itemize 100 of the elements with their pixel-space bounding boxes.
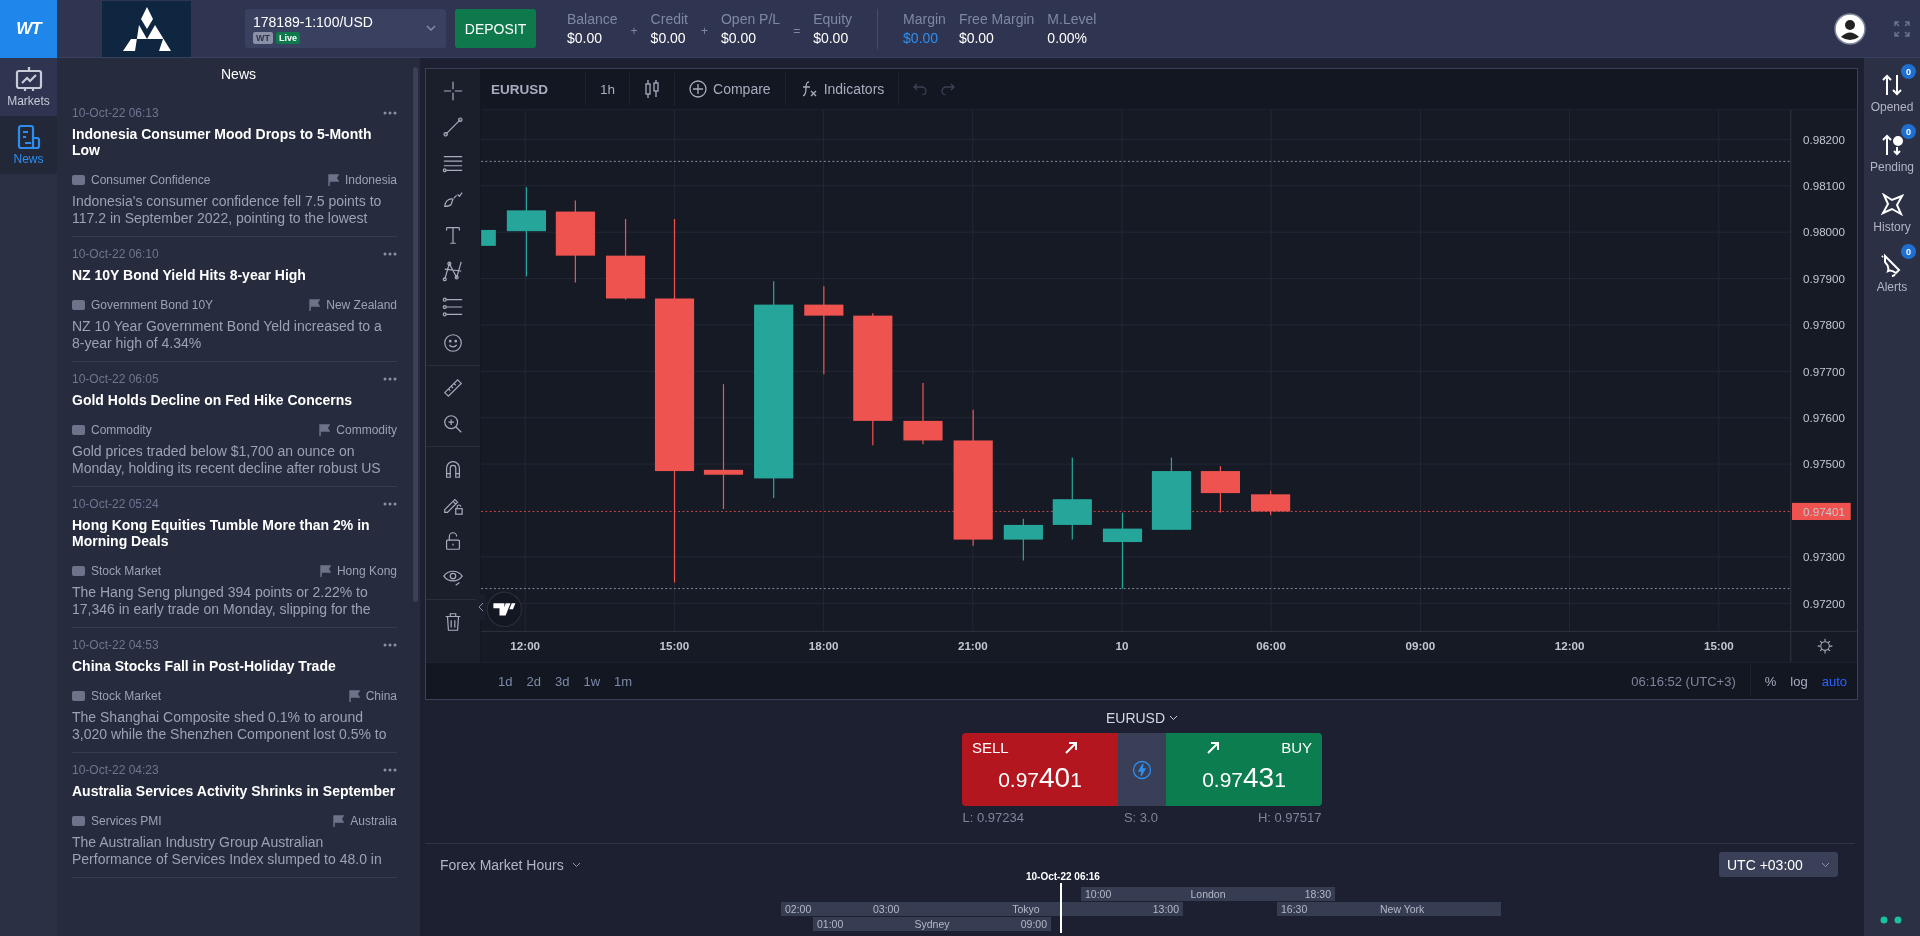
deposit-button[interactable]: DEPOSIT	[455, 9, 536, 48]
interval-button[interactable]: 1h	[600, 81, 616, 97]
pattern-icon[interactable]	[442, 260, 464, 282]
more-icon[interactable]	[383, 377, 397, 381]
up-down-arrows-icon	[1880, 73, 1904, 97]
news-category: Stock Market	[91, 563, 162, 579]
time-label: 18:00	[808, 638, 839, 652]
scale-toggle[interactable]: auto	[1821, 673, 1847, 689]
chart-monitor-icon	[14, 66, 43, 92]
fib-lines-icon[interactable]	[442, 296, 464, 318]
news-country: Indonesia	[344, 172, 397, 188]
more-icon[interactable]	[383, 768, 397, 772]
trend-line-icon[interactable]	[442, 116, 464, 138]
buy-button[interactable]: BUY 0.97431	[1166, 733, 1322, 806]
current-price-tag: 0.97401	[1792, 502, 1851, 520]
candle	[1003, 518, 1043, 561]
flag-icon	[319, 424, 331, 436]
news-date: 10-Oct-22 05:24	[72, 497, 159, 511]
avatar-icon[interactable]	[1834, 12, 1866, 45]
news-date: 10-Oct-22 04:23	[72, 763, 159, 777]
stat-label: M.Level	[1047, 11, 1097, 27]
pending-arrows-icon	[1880, 133, 1904, 157]
operator-sign: +	[630, 23, 638, 38]
news-summary: The Australian Industry Group Australian Performance of Services Index slumped to 48.0 in	[72, 834, 383, 867]
price-label: 0.97900	[1803, 271, 1845, 285]
more-icon[interactable]	[383, 252, 397, 256]
symbol-label[interactable]: EURUSD	[491, 81, 571, 97]
crosshair-icon[interactable]	[442, 80, 464, 102]
price-label: 0.97700	[1803, 364, 1845, 378]
connection-status-icon	[1880, 916, 1904, 924]
news-headline[interactable]: Gold Holds Decline on Fed Hike Concerns	[72, 392, 397, 408]
flag-icon	[327, 174, 339, 186]
news-category: Government Bond 10Y	[91, 297, 214, 313]
collapse-tab[interactable]	[476, 594, 486, 620]
smiley-icon[interactable]	[442, 332, 464, 354]
symbol-selector[interactable]: EURUSD	[1105, 709, 1179, 727]
account-selector[interactable]: 178189-1:100/USD WT Live	[245, 9, 446, 48]
candles-icon[interactable]	[644, 79, 661, 99]
stat-value: $0.00	[567, 30, 604, 46]
range-button[interactable]: 3d	[554, 673, 570, 689]
news-country: Commodity	[336, 422, 397, 438]
lightning-icon[interactable]	[1132, 759, 1152, 780]
news-country: Australia	[350, 813, 397, 829]
star-icon	[1880, 193, 1904, 217]
price-label: 0.97800	[1803, 318, 1845, 332]
market-hours-toggle[interactable]: Forex Market Hours	[440, 856, 581, 873]
clock-label: 06:16:52 (UTC+3)	[1631, 673, 1736, 689]
compare-button[interactable]: Compare	[689, 80, 771, 98]
stat-value: $0.00	[721, 30, 758, 46]
settings-icon[interactable]	[1817, 638, 1833, 654]
news-headline[interactable]: Indonesia Consumer Mood Drops to 5-Month Low	[72, 126, 397, 158]
time-label: 21:00	[957, 638, 988, 652]
arrow-icon	[1206, 740, 1220, 755]
arrow-icon	[1064, 740, 1078, 755]
flag-icon	[309, 299, 321, 311]
timezone-dropdown[interactable]: UTC +03:00	[1719, 852, 1838, 877]
sell-button[interactable]: SELL 0.97401	[962, 733, 1118, 806]
caret-icon	[571, 861, 581, 868]
scale-toggle[interactable]: %	[1764, 673, 1777, 689]
price-label: 0.98200	[1803, 132, 1845, 146]
more-icon[interactable]	[383, 643, 397, 647]
nav-item[interactable]: Markets	[0, 58, 57, 116]
candle	[1200, 465, 1240, 514]
count-badge: 0	[1901, 64, 1916, 79]
count-badge: 0	[1901, 244, 1916, 259]
flag-icon	[319, 565, 331, 577]
news-headline[interactable]: NZ 10Y Bond Yield Hits 8-year High	[72, 267, 397, 283]
chevron-icon	[478, 602, 484, 612]
candle	[903, 382, 943, 445]
stat-value: 0.00%	[1047, 30, 1089, 46]
range-button[interactable]: 1d	[498, 673, 513, 689]
time-label: 15:00	[1703, 638, 1734, 652]
time-label: 12:00	[1554, 638, 1585, 652]
price-label: 0.98000	[1803, 225, 1845, 239]
indicators-button[interactable]: Indicators	[799, 80, 885, 98]
candle	[1251, 490, 1291, 516]
price-label: 0.97200	[1803, 596, 1845, 610]
news-country: New Zealand	[326, 297, 397, 313]
zoom-in-icon[interactable]	[442, 413, 464, 435]
caret-icon	[1821, 861, 1830, 868]
scrollbar[interactable]	[413, 67, 418, 602]
news-date: 10-Oct-22 04:53	[72, 638, 159, 652]
news-summary: The Hang Seng plunged 394 points or 2.22% to 17,346 in early trade on Monday, slipping for the	[72, 584, 372, 617]
news-headline[interactable]: Australia Services Activity Shrinks in September	[72, 783, 397, 799]
scale-toggle[interactable]: log	[1790, 673, 1808, 689]
news-headline[interactable]: China Stocks Fall in Post-Holiday Trade	[72, 658, 397, 674]
platform-badge: WT	[253, 31, 273, 44]
news-headline[interactable]: Hong Kong Equities Tumble More than 2% in Morning Deals	[72, 517, 397, 549]
news-category: Commodity	[91, 422, 152, 438]
range-button[interactable]: 2d	[526, 673, 541, 689]
stat-value: $0.00	[650, 30, 687, 46]
range-button[interactable]: 1w	[583, 673, 601, 689]
nav-item[interactable]: News	[0, 116, 57, 174]
more-icon[interactable]	[383, 502, 397, 506]
stat-label: Margin	[903, 11, 946, 27]
fullscreen-icon[interactable]	[1894, 20, 1910, 37]
range-button[interactable]: 1m	[614, 673, 633, 689]
spread-value: S: 3.0	[1123, 810, 1158, 825]
ruler-icon[interactable]	[442, 377, 464, 399]
more-icon[interactable]	[383, 111, 397, 115]
